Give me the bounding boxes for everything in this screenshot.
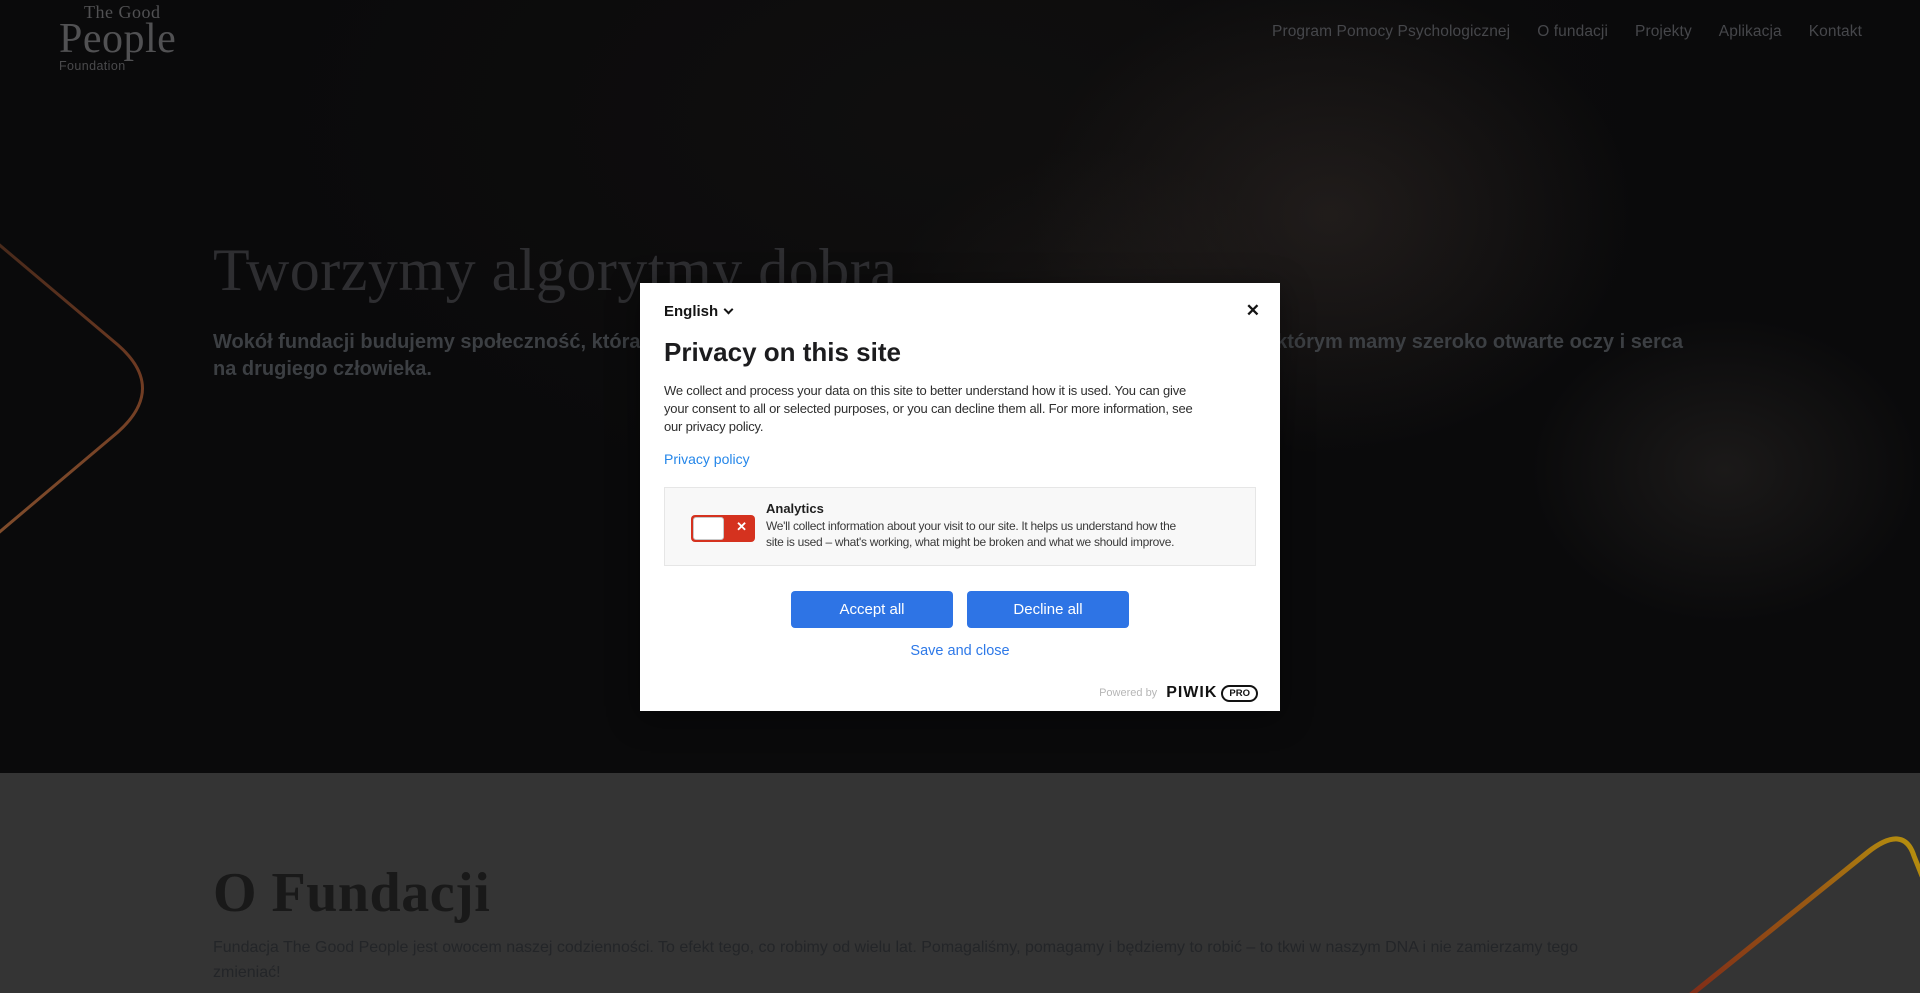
- site-logo[interactable]: The Good People Foundation: [59, 3, 176, 73]
- chevron-down-icon: [724, 305, 734, 315]
- analytics-description-line: site is used – what's working, what migh…: [766, 535, 1251, 551]
- privacy-policy-link[interactable]: Privacy policy: [664, 451, 750, 467]
- piwik-wordmark: PIWIK: [1166, 684, 1217, 702]
- save-and-close-link[interactable]: Save and close: [640, 643, 1280, 659]
- modal-body-line: your consent to all or selected purposes…: [664, 400, 1193, 418]
- close-icon[interactable]: ✕: [1246, 301, 1260, 321]
- main-navigation: Program Pomocy Psychologicznej O fundacj…: [1272, 0, 1862, 64]
- piwik-pro-logo[interactable]: PIWIK PRO: [1166, 684, 1258, 702]
- about-paragraph: Fundacja The Good People jest owocem nas…: [213, 935, 1673, 985]
- language-selector-value: English: [664, 303, 718, 320]
- toggle-knob: [693, 517, 724, 540]
- toggle-off-x-icon: ✕: [736, 519, 747, 535]
- piwik-pro-badge: PRO: [1221, 685, 1258, 702]
- hero-subtitle-line1-right: którym mamy szeroko otwarte oczy i serca: [1276, 331, 1683, 354]
- modal-body-line: our privacy policy.: [664, 418, 1193, 436]
- hero-subtitle-line1-left: Wokół fundacji budujemy społeczność, któ…: [213, 331, 640, 354]
- modal-body-text: We collect and process your data on this…: [664, 382, 1193, 436]
- about-paragraph-line: zmieniać!: [213, 960, 1673, 985]
- nav-item-projekty[interactable]: Projekty: [1635, 23, 1692, 41]
- nav-item-kontakt[interactable]: Kontakt: [1809, 23, 1862, 41]
- analytics-text-block: Analytics We'll collect information abou…: [766, 500, 1251, 550]
- nav-item-program-pomocy[interactable]: Program Pomocy Psychologicznej: [1272, 23, 1510, 41]
- about-heading: O Fundacji: [213, 861, 490, 925]
- analytics-consent-box: ✕ Analytics We'll collect information ab…: [664, 487, 1256, 566]
- modal-buttons-row: Accept all Decline all: [640, 591, 1280, 628]
- nav-item-o-fundacji[interactable]: O fundacji: [1537, 23, 1608, 41]
- about-paragraph-line: Fundacja The Good People jest owocem nas…: [213, 935, 1673, 960]
- hero-subtitle-line2: na drugiego człowieka.: [213, 358, 432, 381]
- analytics-title: Analytics: [766, 500, 1251, 517]
- accept-all-button[interactable]: Accept all: [791, 591, 953, 628]
- page: The Good People Foundation Program Pomoc…: [0, 0, 1920, 993]
- modal-title: Privacy on this site: [664, 337, 901, 368]
- decline-all-button[interactable]: Decline all: [967, 591, 1129, 628]
- analytics-description: We'll collect information about your vis…: [766, 519, 1251, 550]
- analytics-description-line: We'll collect information about your vis…: [766, 519, 1251, 535]
- analytics-toggle[interactable]: ✕: [691, 515, 755, 542]
- modal-footer: Powered by PIWIK PRO: [1099, 684, 1258, 702]
- language-selector[interactable]: English: [664, 303, 732, 320]
- privacy-consent-modal: English ✕ Privacy on this site We collec…: [640, 283, 1280, 711]
- modal-body-line: We collect and process your data on this…: [664, 382, 1193, 400]
- nav-item-aplikacja[interactable]: Aplikacja: [1719, 23, 1782, 41]
- powered-by-label: Powered by: [1099, 687, 1157, 699]
- about-section: O Fundacji Fundacja The Good People jest…: [0, 773, 1920, 993]
- logo-text-main: People: [59, 21, 176, 57]
